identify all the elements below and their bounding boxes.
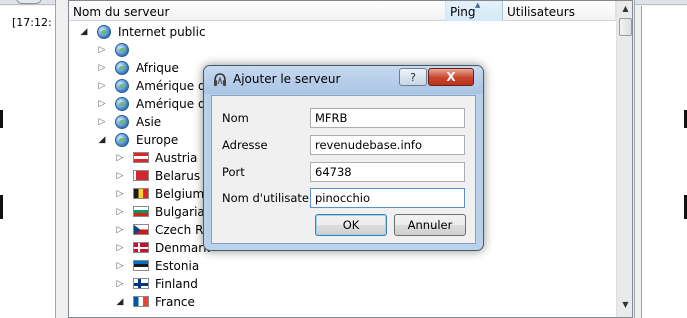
- address-label: Adresse: [222, 138, 268, 152]
- globe-icon: [115, 61, 129, 75]
- toolbar-button[interactable]: [16, 0, 42, 4]
- tree-row-label: Amérique du: [136, 79, 214, 93]
- vertical-scrollbar[interactable]: ▲ ▼: [616, 1, 632, 317]
- cancel-button[interactable]: Annuler: [394, 214, 466, 236]
- username-label: Nom d'utilisateur: [222, 191, 321, 205]
- tree-row[interactable]: ◢ Internet public: [69, 23, 609, 41]
- scroll-down-icon[interactable]: ▼: [618, 297, 632, 313]
- window-edge: [0, 110, 3, 128]
- tree-row-label: Amérique du: [136, 97, 214, 111]
- tree-row-label: Belarus: [155, 169, 201, 183]
- name-label: Nom: [222, 111, 249, 125]
- flag-czech-icon: [133, 224, 149, 235]
- tree-row-label: Belgium: [155, 187, 205, 201]
- expand-arrow-icon[interactable]: ▷: [115, 239, 125, 257]
- flag-belarus-icon: [133, 170, 149, 181]
- tree-row-label: Denmark: [155, 241, 211, 255]
- flag-austria-icon: [133, 152, 149, 163]
- expand-arrow-icon[interactable]: ▷: [115, 257, 125, 275]
- expand-arrow-icon[interactable]: ▷: [115, 221, 125, 239]
- column-server-name[interactable]: Nom du serveur: [69, 1, 446, 21]
- port-field[interactable]: 64738: [310, 162, 465, 182]
- name-field[interactable]: MFRB: [310, 108, 465, 128]
- expand-arrow-icon[interactable]: ▷: [115, 185, 125, 203]
- expand-arrow-icon[interactable]: ▷: [115, 275, 125, 293]
- close-button[interactable]: X: [428, 68, 474, 86]
- globe-icon: [115, 97, 129, 111]
- log-line: [17:12:: [12, 16, 52, 29]
- collapse-arrow-icon[interactable]: ◢: [97, 131, 107, 149]
- sort-ascending-icon: ▲: [475, 1, 481, 9]
- tree-row[interactable]: ▷ Estonia: [69, 257, 609, 275]
- scroll-up-icon[interactable]: ▲: [618, 1, 632, 17]
- flag-finland-icon: [133, 278, 149, 289]
- flag-estonia-icon: [133, 260, 149, 271]
- expand-arrow-icon[interactable]: ▷: [115, 149, 125, 167]
- tree-row-label: Finland: [155, 277, 198, 291]
- globe-icon: [115, 43, 129, 57]
- tree-row-label: Estonia: [155, 259, 200, 273]
- add-server-dialog: Ajouter le serveur ? X Nom MFRB Adresse …: [203, 65, 484, 251]
- expand-arrow-icon[interactable]: ▷: [97, 95, 107, 113]
- expand-arrow-icon[interactable]: ▷: [115, 167, 125, 185]
- collapse-arrow-icon[interactable]: ◢: [115, 293, 125, 311]
- mumble-headset-icon: [214, 73, 226, 86]
- port-label: Port: [222, 165, 245, 179]
- flag-bulgaria-icon: [133, 206, 149, 217]
- ok-button[interactable]: OK: [315, 214, 387, 236]
- dialog-body: Nom MFRB Adresse revenudebase.info Port …: [211, 95, 476, 244]
- tree-row-label: Internet public: [118, 25, 206, 39]
- tree-row[interactable]: ◢ France: [69, 293, 609, 311]
- globe-icon: [115, 115, 129, 129]
- tree-row-label: Afrique: [136, 61, 179, 75]
- address-field[interactable]: revenudebase.info: [310, 135, 465, 155]
- flag-denmark-icon: [133, 242, 149, 253]
- tree-row[interactable]: ▷: [69, 41, 609, 59]
- collapse-arrow-icon[interactable]: ◢: [79, 23, 89, 41]
- expand-arrow-icon[interactable]: ▷: [97, 41, 107, 59]
- window-edge: [0, 195, 3, 219]
- tree-row-label: Bulgaria: [155, 205, 205, 219]
- channel-pane: [641, 6, 687, 318]
- expand-arrow-icon[interactable]: ▷: [97, 77, 107, 95]
- scroll-thumb[interactable]: [619, 18, 632, 36]
- globe-icon: [97, 25, 111, 39]
- tree-row-label: Austria: [155, 151, 198, 165]
- dialog-title: Ajouter le serveur: [233, 72, 341, 86]
- flag-belgium-icon: [133, 188, 149, 199]
- dialog-titlebar[interactable]: Ajouter le serveur ? X: [204, 66, 483, 94]
- column-users[interactable]: Utilisateurs: [503, 1, 616, 21]
- expand-arrow-icon[interactable]: ▷: [97, 59, 107, 77]
- expand-arrow-icon[interactable]: ▷: [115, 203, 125, 221]
- tree-row[interactable]: ▷ Finland: [69, 275, 609, 293]
- globe-icon: [115, 133, 129, 147]
- tree-row-label: France: [155, 295, 195, 309]
- expand-arrow-icon[interactable]: ▷: [97, 113, 107, 131]
- tree-row-label: Europe: [136, 133, 179, 147]
- username-field[interactable]: pinocchio: [310, 188, 465, 208]
- flag-france-icon: [133, 296, 149, 307]
- tree-header: Nom du serveur Ping ▲ Utilisateurs: [69, 1, 616, 21]
- globe-icon: [115, 79, 129, 93]
- tree-row-label: Asie: [136, 115, 162, 129]
- help-button[interactable]: ?: [399, 68, 427, 86]
